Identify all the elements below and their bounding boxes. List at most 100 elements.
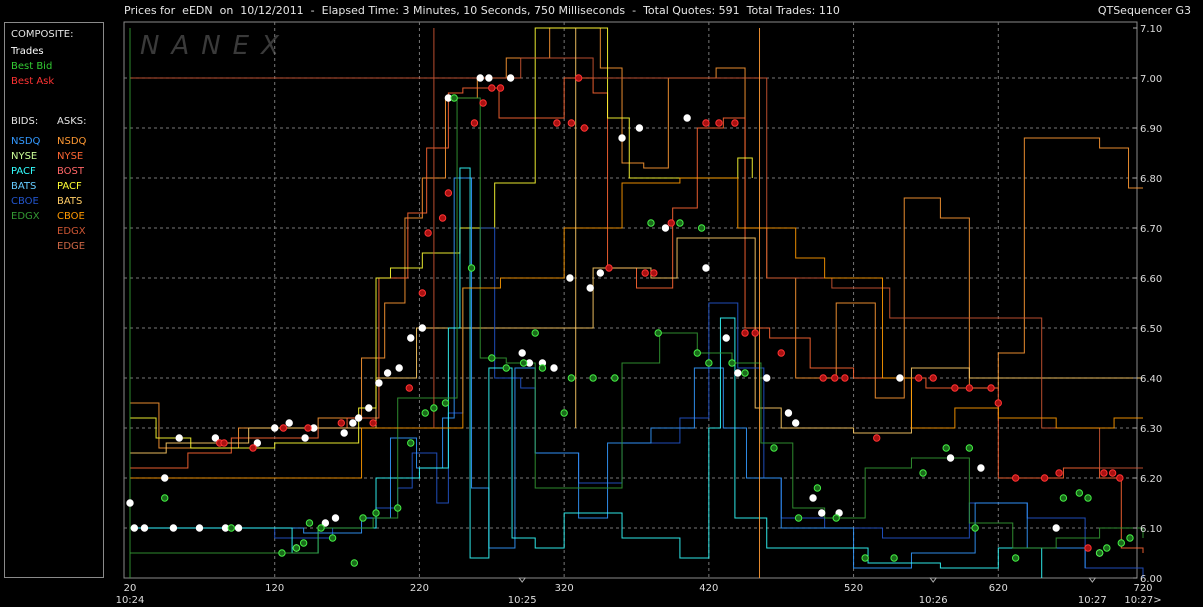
marker-best-ask <box>715 119 723 127</box>
marker-best-ask <box>249 444 257 452</box>
marker-trades <box>618 134 626 142</box>
quote-line-4 <box>130 57 1143 469</box>
marker-best-bid <box>794 514 803 522</box>
marker-best-ask <box>819 374 827 382</box>
marker-trades <box>365 404 373 412</box>
marker-best-ask <box>1116 474 1124 482</box>
x-tick-label: 620 <box>989 583 1008 594</box>
marker-best-ask <box>553 119 561 127</box>
marker-best-ask <box>605 264 613 272</box>
marker-trades <box>818 509 826 517</box>
marker-best-ask <box>337 419 345 427</box>
marker-best-ask <box>580 124 589 132</box>
marker-best-ask <box>831 374 839 382</box>
marker-best-bid <box>567 374 576 382</box>
marker-trades <box>734 369 742 377</box>
marker-best-bid <box>394 504 402 512</box>
time-label: 10:26 <box>919 595 948 606</box>
marker-trades <box>1052 524 1060 532</box>
marker-best-ask <box>1055 469 1063 477</box>
marker-best-ask <box>702 119 710 127</box>
y-tick-label: 6.70 <box>1140 224 1162 235</box>
marker-trades <box>946 454 955 462</box>
marker-trades <box>395 364 403 372</box>
marker-best-bid <box>292 544 301 552</box>
marker-best-ask <box>650 269 658 277</box>
marker-best-ask <box>1040 474 1049 482</box>
marker-best-bid <box>1084 494 1092 502</box>
marker-best-ask <box>220 439 228 447</box>
marker-best-ask <box>470 119 479 127</box>
marker-trades <box>661 224 670 232</box>
marker-trades <box>130 524 139 532</box>
marker-best-bid <box>278 549 286 557</box>
x-tick-label: 20 <box>124 583 137 594</box>
marker-best-bid <box>441 399 450 407</box>
marker-best-bid <box>502 364 510 372</box>
marker-best-ask <box>1100 469 1108 477</box>
marker-best-bid <box>1095 549 1104 557</box>
marker-best-ask <box>479 99 487 107</box>
quote-lines <box>129 27 1144 578</box>
marker-trades <box>271 424 279 432</box>
marker-best-ask <box>424 229 432 237</box>
marker-best-bid <box>965 444 974 452</box>
marker-trades <box>977 464 985 472</box>
plot-frame <box>123 21 1138 579</box>
marker-best-bid <box>531 329 539 337</box>
y-tick-label: 6.80 <box>1140 174 1162 185</box>
marker-best-ask <box>304 424 312 432</box>
marker-trades <box>285 419 293 427</box>
trade-markers <box>126 74 1134 567</box>
marker-best-bid <box>654 329 662 337</box>
marker-best-ask <box>641 269 649 277</box>
y-tick-label: 7.00 <box>1140 74 1162 85</box>
marker-best-bid <box>861 554 869 562</box>
marker-best-bid <box>1103 544 1111 552</box>
marker-trades <box>407 334 415 342</box>
marker-best-ask <box>567 119 576 127</box>
marker-best-bid <box>299 539 308 547</box>
marker-best-bid <box>560 409 568 417</box>
marker-trades <box>566 274 574 282</box>
y-tick-label: 6.10 <box>1140 524 1162 535</box>
gridlines <box>124 22 1137 578</box>
x-tick-label: 220 <box>410 583 429 594</box>
marker-best-bid <box>1011 554 1020 562</box>
quote-line-3 <box>130 27 753 449</box>
price-chart: NANEX 6.006.106.206.306.406.506.606.706.… <box>116 21 1163 606</box>
marker-trades <box>518 349 526 357</box>
marker-trades <box>702 264 710 272</box>
marker-trades <box>506 74 515 82</box>
time-marker <box>929 577 938 583</box>
marker-best-bid <box>919 469 927 477</box>
marker-best-bid <box>741 369 749 377</box>
marker-best-bid <box>813 484 822 492</box>
marker-trades <box>161 474 169 482</box>
axes: 6.006.106.206.306.406.506.606.706.806.90… <box>116 24 1163 606</box>
marker-best-ask <box>418 289 427 297</box>
marker-best-bid <box>647 219 655 227</box>
time-label: 10:27> <box>1124 595 1161 606</box>
marker-trades <box>896 374 904 382</box>
x-tick-label: 120 <box>265 583 284 594</box>
y-tick-label: 6.60 <box>1140 274 1162 285</box>
marker-best-bid <box>161 494 169 502</box>
marker-best-bid <box>693 349 701 357</box>
marker-trades <box>586 284 594 292</box>
marker-best-bid <box>728 359 736 367</box>
marker-best-bid <box>359 514 367 522</box>
marker-trades <box>784 409 793 417</box>
marker-trades <box>809 494 817 502</box>
marker-trades <box>331 514 340 522</box>
time-marker <box>1088 577 1097 583</box>
marker-best-ask <box>929 374 937 382</box>
marker-best-bid <box>770 444 778 452</box>
quote-line-7 <box>130 167 1043 578</box>
marker-best-bid <box>538 364 547 372</box>
marker-best-ask <box>1011 474 1020 482</box>
marker-best-bid <box>317 524 325 532</box>
marker-best-bid <box>227 524 236 532</box>
marker-best-bid <box>1126 534 1134 542</box>
marker-best-bid <box>832 514 840 522</box>
